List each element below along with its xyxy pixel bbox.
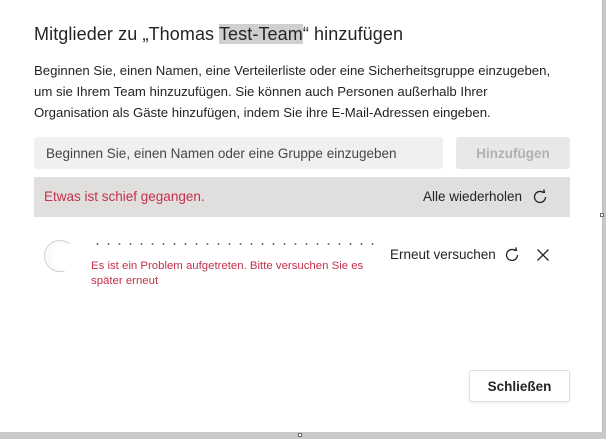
title-prefix: Mitglieder zu „Thomas <box>34 24 219 44</box>
close-icon[interactable] <box>536 248 550 262</box>
retry-all-button[interactable]: Alle wiederholen <box>423 189 522 204</box>
retry-icon[interactable] <box>531 188 549 206</box>
retry-icon[interactable] <box>503 246 521 264</box>
error-banner: Etwas ist schief gegangen. Alle wiederho… <box>34 177 570 217</box>
retry-button[interactable]: Erneut versuchen <box>390 247 496 262</box>
resize-handle-bottom[interactable] <box>298 433 302 437</box>
dialog-title: Mitglieder zu „Thomas Test-Team“ hinzufü… <box>34 24 403 45</box>
dialog-description: Beginnen Sie, einen Namen, eine Verteile… <box>34 63 551 120</box>
close-button[interactable]: Schließen <box>469 370 570 402</box>
member-name <box>92 242 374 246</box>
error-message: Etwas ist schief gegangen. <box>44 189 205 204</box>
avatar <box>44 240 79 272</box>
title-suffix: “ hinzufügen <box>302 24 404 44</box>
add-button[interactable]: Hinzufügen <box>456 137 570 169</box>
member-list-item: Es ist ein Problem aufgetreten. Bitte ve… <box>34 230 570 290</box>
member-error-message: Es ist ein Problem aufgetreten. Bitte ve… <box>91 260 364 287</box>
member-search-input[interactable] <box>34 137 443 169</box>
resize-handle-right[interactable] <box>600 213 604 217</box>
title-team-name: Test-Team <box>218 24 303 44</box>
add-members-dialog: Mitglieder zu „Thomas Test-Team“ hinzufü… <box>0 0 603 432</box>
